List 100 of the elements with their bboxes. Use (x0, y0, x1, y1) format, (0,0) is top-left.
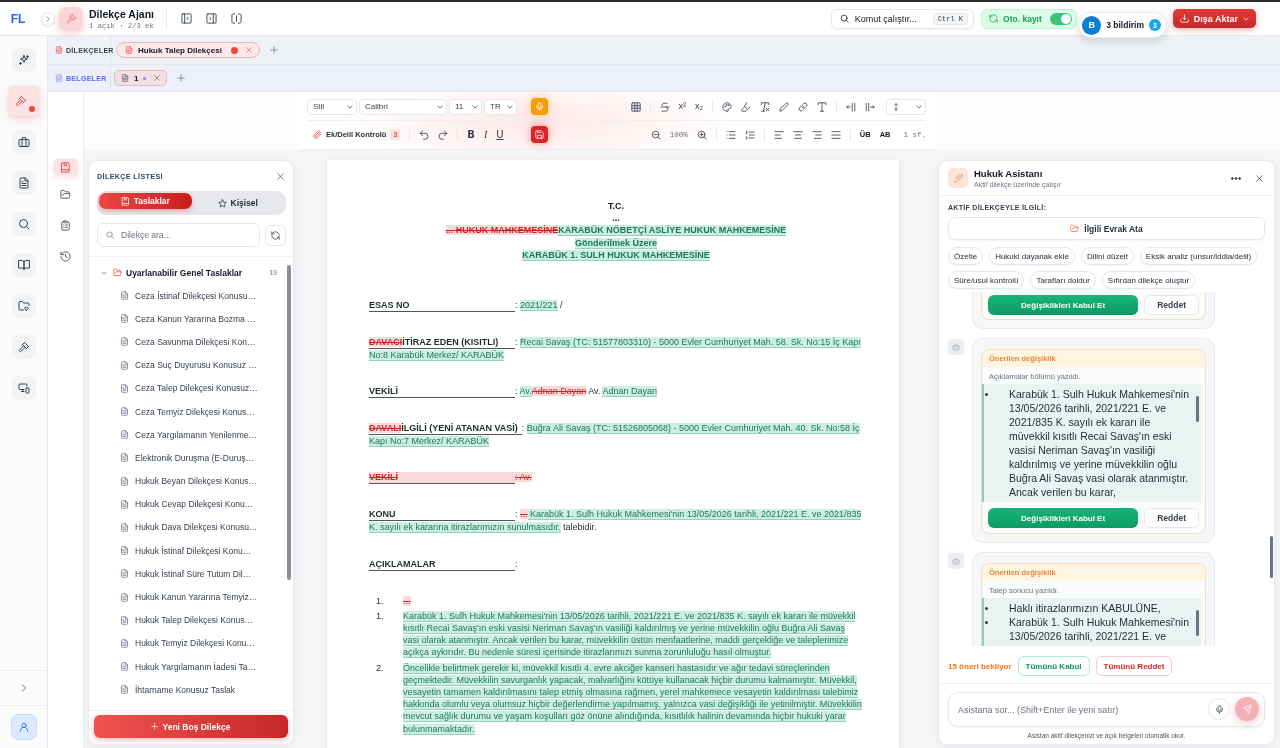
accept-all-button[interactable]: Tümünü Kabul (1017, 656, 1090, 676)
close-icon[interactable] (1256, 174, 1263, 182)
font-dropdown[interactable]: Calibri (359, 98, 447, 115)
refresh-button[interactable] (265, 224, 286, 246)
document-icon (120, 615, 129, 625)
quick-action-button[interactable]: Özetle (948, 247, 984, 265)
segment-tab[interactable]: Taslaklar (99, 193, 192, 209)
scrollbar-thumb[interactable] (1196, 610, 1199, 636)
template-item[interactable]: Hukuk Yargılamanın İadesi Ta… (101, 655, 285, 679)
plus-icon[interactable] (269, 46, 278, 54)
bullet-list-icon[interactable] (725, 129, 736, 140)
caret-icon (1243, 15, 1249, 22)
quick-action-button[interactable]: Tarafları doldur (1030, 271, 1096, 289)
reject-all-button[interactable]: Tümünü Reddet (1095, 656, 1173, 676)
document-icon (120, 430, 129, 440)
quick-action-button[interactable]: Eksik analiz (unsur/iddia/delil) (1139, 247, 1258, 265)
folder-label[interactable]: Uyarlanabilir Genel Taslaklar (126, 267, 243, 278)
template-item[interactable]: Elektronik Duruşma (E-Duruş… (101, 446, 285, 470)
attach-document-button[interactable]: İlgili Evrak Ata (948, 217, 1265, 240)
template-item[interactable]: Hukuk Talep Dilekçesi Konus… (101, 608, 285, 632)
plus-icon[interactable] (177, 74, 186, 82)
template-item[interactable]: Hukuk Temyiz Dilekçesi Konu… (101, 631, 285, 655)
template-item[interactable]: Ceza Suç Duyurusu Konusuz … (101, 353, 285, 377)
nav-button[interactable] (11, 334, 36, 359)
more-icon[interactable] (1231, 176, 1241, 180)
align-right-icon[interactable] (811, 129, 822, 140)
template-item[interactable]: Hukuk Dava Dilekçesi Konusu… (101, 515, 285, 540)
chevron-down-icon[interactable] (101, 269, 107, 276)
template-item[interactable]: Ceza Savunma Dilekçesi Kon… (101, 330, 285, 354)
align-left-icon[interactable] (773, 129, 784, 140)
list-number: 1. (376, 594, 385, 607)
scrollbar-thumb[interactable] (1269, 536, 1273, 578)
close-icon[interactable] (245, 47, 252, 53)
redo-icon[interactable] (438, 129, 449, 140)
autosave-toggle[interactable] (1049, 12, 1072, 25)
panel-right-icon[interactable] (206, 13, 217, 24)
template-item[interactable]: Hukuk İstinaf Süre Tutum Dil… (101, 562, 285, 586)
template-item[interactable]: Hukuk İstinaf Dilekçesi Konu… (101, 539, 285, 563)
pen-icon[interactable] (779, 101, 789, 112)
close-icon[interactable] (154, 75, 161, 81)
table-icon[interactable] (630, 101, 641, 112)
template-item[interactable]: İhtarname Konusuz Taslak (101, 678, 285, 702)
quick-action-button[interactable]: Dilini düzelt (1080, 247, 1134, 265)
strikethrough-icon[interactable] (659, 101, 670, 112)
type-icon[interactable] (817, 101, 827, 112)
template-item[interactable]: Hukuk Cevap Dilekçesi Konu… (101, 492, 285, 516)
document-tab[interactable]: 1 (114, 70, 168, 86)
document-tab[interactable]: Hukuk Talep Dilekçesi (116, 42, 260, 58)
template-item[interactable]: Hukuk Kanun Yararına Temyiz… (101, 585, 285, 609)
message-input[interactable]: Asistana sor... (Shift+Enter ile yeni satır) (948, 692, 1265, 727)
search-field[interactable]: Dilekçe ara... (97, 223, 260, 247)
bold-button[interactable]: B (467, 129, 475, 140)
template-item[interactable]: Ceza Yargılamanın Yenilenme… (101, 423, 285, 447)
scrollbar-thumb[interactable] (287, 265, 291, 580)
export-button[interactable]: Dışa Aktar (1172, 9, 1256, 28)
italic-button[interactable]: I (483, 129, 488, 140)
quick-action-button[interactable]: Sıfırdan dilekçe oluştur (1101, 271, 1196, 289)
nav-button[interactable] (11, 47, 36, 72)
user-icon (18, 722, 29, 732)
panel-left-icon[interactable] (181, 13, 192, 24)
language-dropdown[interactable]: TR (484, 98, 517, 115)
close-icon[interactable] (277, 172, 284, 180)
subscript-button[interactable]: x₂ (695, 102, 703, 111)
reject-button[interactable]: Reddet (1144, 508, 1199, 528)
sparkle-icon (948, 168, 968, 188)
undo-icon[interactable] (419, 129, 430, 140)
panel-button[interactable] (53, 159, 78, 175)
template-item[interactable]: Hukuk Beyan Dilekçesi Konus… (101, 469, 285, 493)
template-item[interactable]: Ceza Kanun Yararına Bozma … (101, 307, 285, 331)
justify-icon[interactable] (830, 129, 841, 140)
align-center-icon[interactable] (792, 129, 803, 140)
nav-button[interactable] (11, 170, 36, 195)
scrollbar-thumb[interactable] (1196, 396, 1199, 422)
highlighter-icon[interactable] (741, 101, 751, 112)
style-dropdown[interactable]: Stil (307, 98, 357, 115)
outdent-icon[interactable] (846, 101, 856, 112)
clear-format-icon[interactable] (760, 101, 770, 112)
nav-button[interactable] (11, 252, 36, 277)
new-petition-button[interactable]: Yeni Boş Dilekçe (94, 715, 288, 738)
zoom-out-icon[interactable] (650, 129, 661, 140)
nav-button[interactable] (11, 211, 36, 236)
template-item[interactable]: Ceza Temyiz Dilekçesi Konus… (101, 399, 285, 424)
columns-icon[interactable] (231, 13, 242, 24)
reject-button[interactable]: Reddet (1144, 295, 1199, 315)
template-item[interactable]: Ceza Talep Dilekçesi Konusuz… (101, 376, 285, 400)
superscript-button[interactable]: x² (678, 102, 686, 111)
quick-action-button[interactable]: Süre/usul kontrolü (948, 271, 1025, 289)
indent-icon[interactable] (865, 101, 875, 112)
palette-icon[interactable] (722, 101, 732, 112)
profile-button[interactable] (10, 714, 37, 740)
size-dropdown[interactable]: 11 (449, 98, 482, 115)
underline-button[interactable]: U (496, 129, 504, 140)
quick-action-button[interactable]: Hukuki dayanak ekle (989, 247, 1075, 265)
zoom-in-icon[interactable] (696, 129, 707, 140)
segment-tab[interactable]: Kişisel (191, 193, 284, 213)
template-item[interactable]: Ceza İstinaf Dilekçesi Konusu… (101, 284, 285, 308)
save-button[interactable] (531, 126, 548, 143)
numbered-list-icon[interactable] (744, 129, 755, 140)
link-icon[interactable] (798, 101, 808, 112)
nav-button[interactable] (11, 129, 36, 154)
